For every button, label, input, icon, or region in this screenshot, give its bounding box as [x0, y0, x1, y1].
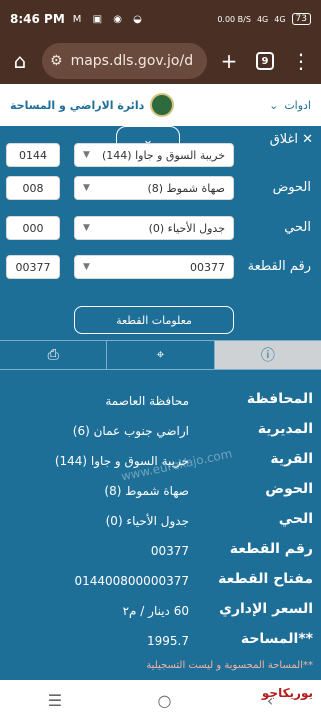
neighborhood-row: الحي ▼ جدول الأحياء (0) 000: [0, 216, 321, 244]
village-select[interactable]: ▼ خريبة السوق و جاوا (144): [74, 143, 234, 167]
android-nav-bar: ☰ ○ ‹ يوريكاجو: [0, 680, 321, 720]
home-icon[interactable]: ⌂: [6, 47, 34, 75]
basin-row: الحوض ▼ صهاة شموط (8) 008: [0, 176, 321, 204]
new-tab-button[interactable]: +: [215, 47, 243, 75]
status-bar: 8:46 PM M ▣ ◉ ◒ 0.00 B/S 4G 4G 73: [0, 0, 321, 38]
neighborhood-select[interactable]: ▼ جدول الأحياء (0): [74, 216, 234, 240]
area-footnote: **المساحة المحسوبة و ليست التسجيلية: [146, 660, 313, 671]
url-text: maps.dls.gov.jo/d: [70, 53, 194, 69]
detail-row: الحوض صهاة شموط (8): [104, 481, 313, 498]
status-right: 0.00 B/S 4G 4G 73: [217, 13, 311, 25]
signal-icon-2: 4G: [274, 14, 286, 24]
neighborhood-label: الحي: [284, 220, 311, 235]
status-time: 8:46 PM: [10, 12, 65, 26]
detail-row: مفتاح القطعة 014400800000377: [74, 571, 313, 588]
detail-row: المحافظة محافظة العاصمة: [105, 391, 313, 408]
info-tabs: ⎙ ⌖ ⓘ: [0, 340, 321, 370]
partial-village-row: ▼ خريبة السوق و جاوا (144) 0144: [0, 143, 321, 171]
basin-label: الحوض: [272, 180, 311, 195]
parcel-row: رقم القطعة ▼ 00377 00377: [0, 255, 321, 283]
home-button[interactable]: ○: [157, 691, 171, 710]
notification-icons: M ▣ ◉ ◒: [72, 13, 146, 25]
url-bar[interactable]: ⚙ maps.dls.gov.jo/d: [42, 43, 207, 79]
site-settings-icon[interactable]: ⚙: [50, 53, 63, 69]
parcel-select[interactable]: ▼ 00377: [74, 255, 234, 279]
caret-icon: ▼: [83, 223, 90, 233]
signal-icon: 4G: [256, 14, 269, 24]
detail-row: الحي جدول الأحياء (0): [105, 511, 313, 528]
battery-indicator: 73: [291, 13, 311, 25]
parcel-code-input[interactable]: 00377: [6, 255, 60, 279]
caret-icon: ▼: [83, 262, 90, 272]
parcel-info-button[interactable]: معلومات القطعة: [74, 306, 234, 334]
location-pin-icon: ⌖: [156, 347, 165, 363]
tools-label: ادوات: [284, 98, 311, 112]
tools-menu[interactable]: ادوات ⌄: [269, 99, 311, 112]
dls-logo: [150, 93, 175, 117]
detail-row: رقم القطعة 00377: [150, 541, 313, 558]
basin-select[interactable]: ▼ صهاة شموط (8): [74, 176, 234, 200]
app-header: دائرة الاراضي و المساحة ادوات ⌄: [0, 84, 321, 126]
printer-icon: ⎙: [47, 347, 59, 363]
tab-print[interactable]: ⎙: [0, 341, 108, 369]
detail-row: **المساحة 1995.7: [147, 631, 313, 648]
basin-code-input[interactable]: 008: [6, 176, 60, 200]
tab-info[interactable]: ⓘ: [214, 341, 321, 369]
parcel-label: رقم القطعة: [247, 259, 311, 274]
detail-row: المديرية اراضي جنوب عمان (6): [72, 421, 313, 438]
org-name: دائرة الاراضي و المساحة: [10, 98, 145, 112]
detail-row: السعر الإداري 60 دينار / م٢: [122, 601, 313, 618]
info-icon: ⓘ: [260, 348, 275, 364]
org-branding: دائرة الاراضي و المساحة: [10, 93, 175, 117]
network-speed: 0.00 B/S: [217, 14, 251, 24]
browser-toolbar: ⌂ ⚙ maps.dls.gov.jo/d + 9 ⋮: [0, 38, 321, 84]
caret-icon: ▼: [83, 150, 90, 160]
brand-watermark: يوريكاجو: [261, 686, 313, 700]
tab-switcher-button[interactable]: 9: [251, 47, 279, 75]
tab-location[interactable]: ⌖: [107, 341, 215, 369]
recent-apps-button[interactable]: ☰: [48, 691, 62, 710]
neighborhood-code-input[interactable]: 000: [6, 216, 60, 240]
caret-icon: ▼: [83, 183, 90, 193]
menu-icon[interactable]: ⋮: [287, 47, 315, 75]
village-code-input[interactable]: 0144: [6, 143, 60, 167]
parcel-details: المحافظة محافظة العاصمة المديرية اراضي ج…: [0, 380, 321, 670]
chevron-down-icon: ⌄: [269, 98, 279, 112]
